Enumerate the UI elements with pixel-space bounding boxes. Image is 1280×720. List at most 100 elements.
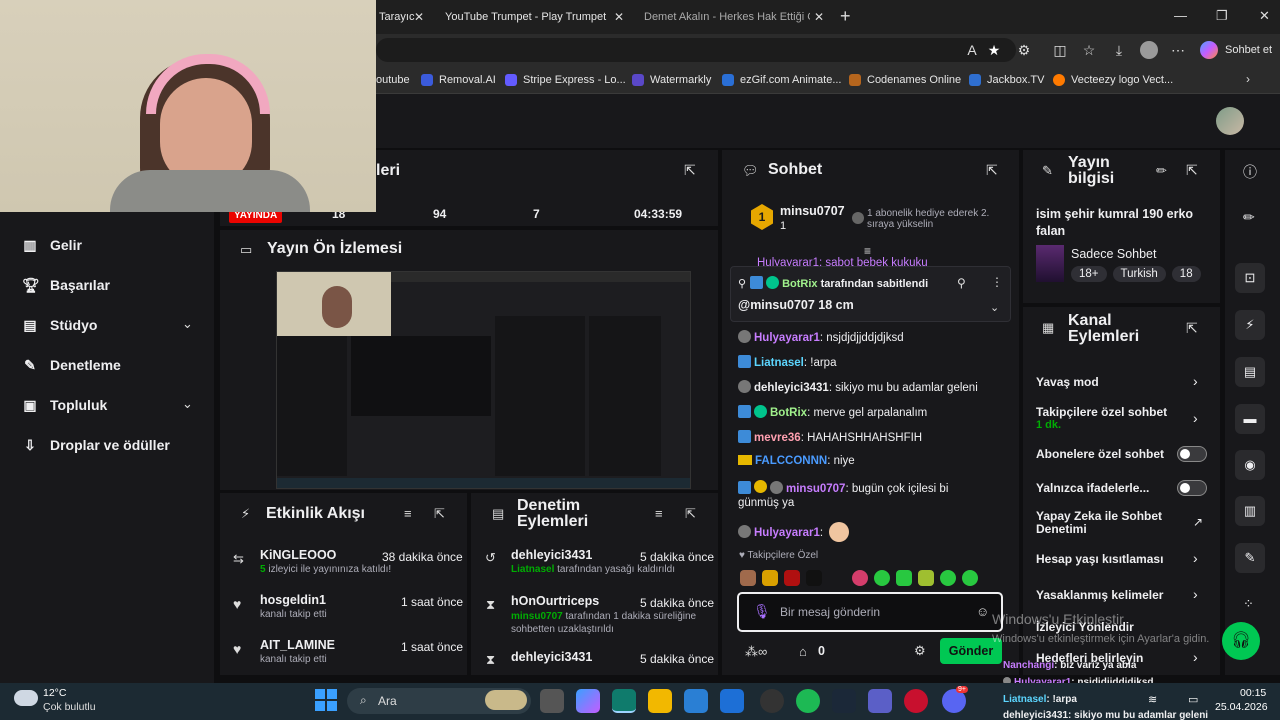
weather-temp[interactable]: 12°C [43, 687, 66, 699]
pinned-message[interactable] [730, 266, 1011, 322]
chevron-right-icon[interactable]: › [1193, 373, 1198, 389]
task-view-icon[interactable] [540, 689, 564, 713]
split-screen-icon[interactable]: ◫ [1050, 40, 1070, 60]
info-icon[interactable]: ⓘ [1243, 162, 1257, 182]
edge-taskbar-icon[interactable] [612, 689, 636, 713]
external-link-icon[interactable]: ↗ [1193, 515, 1203, 529]
close-window-icon[interactable]: ✕ [1259, 8, 1270, 24]
emote-row[interactable] [740, 570, 984, 586]
steam-icon[interactable] [832, 689, 856, 713]
wrench-icon[interactable]: ✎ [1235, 543, 1265, 573]
opera-icon[interactable] [904, 689, 928, 713]
sidebar-item-basarilar[interactable]: 🏆︎ Başarılar [22, 274, 110, 296]
chevron-down-icon[interactable]: ⌄ [182, 316, 193, 332]
filter-icon[interactable]: ≡ [655, 506, 663, 521]
action-banned-words[interactable]: Yasaklanmış kelimeler [1036, 588, 1163, 602]
copilot-label[interactable]: Sohbet et [1225, 44, 1272, 56]
clock-time[interactable]: 00:15 [1240, 687, 1266, 699]
outlook-icon[interactable] [720, 689, 744, 713]
maximize-icon[interactable]: ❐ [1216, 8, 1228, 24]
chat-icon[interactable]: ▬ [1235, 404, 1265, 434]
windows-start-icon[interactable] [315, 689, 337, 711]
minimize-icon[interactable]: — [1174, 8, 1187, 23]
popout-icon[interactable]: ⇱ [986, 162, 998, 179]
unpin-icon[interactable]: ⚲ [957, 276, 966, 290]
emote-only-toggle[interactable] [1177, 480, 1207, 496]
spotify-icon[interactable] [796, 689, 820, 713]
bookmark-vecteezy[interactable]: Vecteezy logo Vect... [1053, 66, 1173, 94]
sidebar-item-gelir[interactable]: ▥ Gelir [22, 234, 82, 256]
chevron-down-icon[interactable]: ⌄ [182, 396, 193, 412]
action-slow-mode[interactable]: Yavaş mod [1036, 375, 1099, 389]
bookmark-ezgif[interactable]: ezGif.com Animate... [722, 66, 841, 94]
chevron-right-icon[interactable]: › [1193, 586, 1198, 602]
favorites-icon[interactable]: ☆ [1079, 40, 1099, 60]
emote[interactable] [918, 570, 934, 586]
broadcast-icon[interactable]: ◉ [1235, 450, 1265, 480]
layout-icon[interactable]: ▥ [1235, 496, 1265, 526]
popout-icon[interactable]: ⇱ [685, 506, 696, 522]
sidebar-item-studyo[interactable]: ▤ Stüdyo [22, 314, 97, 336]
action-ai-moderation[interactable]: Yapay Zeka ile Sohbet Denetimi [1036, 510, 1176, 536]
browser-tab-demet-akalin[interactable]: Demet Akalın - Herkes Hak Ettiği G [638, 0, 810, 34]
copilot-icon[interactable] [1200, 41, 1218, 59]
emote[interactable] [740, 570, 756, 586]
close-tab-icon[interactable]: ✕ [614, 10, 624, 24]
tag[interactable]: 18 [1171, 266, 1201, 282]
user-avatar[interactable] [1216, 107, 1244, 135]
obs-icon[interactable] [760, 689, 784, 713]
chevron-right-icon[interactable]: › [1193, 410, 1198, 426]
profile-avatar[interactable] [1140, 41, 1158, 59]
clip-icon[interactable]: ⊡ [1235, 263, 1265, 293]
more-menu-icon[interactable]: ⋯ [1168, 40, 1188, 60]
popout-icon[interactable]: ⇱ [1186, 162, 1198, 179]
collapse-icon[interactable]: ≡ [864, 244, 871, 258]
settings-gear-icon[interactable]: ⚙ [914, 643, 926, 659]
popout-icon[interactable]: ⇱ [434, 506, 445, 522]
channel-points-icon[interactable]: ⁂∞ [745, 644, 767, 660]
extensions-icon[interactable]: ⚙ [1014, 40, 1034, 60]
file-explorer-icon[interactable] [648, 689, 672, 713]
tag[interactable]: Turkish [1112, 266, 1166, 282]
favorite-star-icon[interactable]: ★ [984, 40, 1004, 60]
more-options-icon[interactable]: ⋮ [991, 275, 1003, 289]
popout-icon[interactable]: ⇱ [684, 162, 696, 179]
notes-icon[interactable]: ▤ [1235, 357, 1265, 387]
bookmark-codenames[interactable]: Codenames Online [849, 66, 961, 94]
chevron-right-icon[interactable]: › [1193, 649, 1198, 665]
emote[interactable] [784, 570, 800, 586]
quick-action-lightning-icon[interactable]: ⚡︎ [1235, 310, 1265, 340]
bookmarks-overflow-icon[interactable]: › [1246, 72, 1250, 86]
close-tab-icon[interactable]: ✕ [414, 10, 424, 24]
chevron-down-icon[interactable]: ⌄ [990, 301, 999, 314]
sidebar-item-topluluk[interactable]: ▣ Topluluk [22, 394, 107, 416]
extensions-dots-icon[interactable]: ⁘ [1243, 596, 1254, 612]
store-icon[interactable]: ⌂ [799, 644, 807, 659]
battery-icon[interactable]: ▭ [1188, 693, 1198, 706]
downloads-icon[interactable]: ⤓ [1109, 40, 1129, 60]
emote[interactable] [762, 570, 778, 586]
weather-desc[interactable]: Çok bulutlu [43, 701, 96, 713]
store-taskbar-icon[interactable] [684, 689, 708, 713]
microphone-icon[interactable]: 🎙︎ [753, 603, 771, 620]
edit-pencil-icon[interactable]: ✏︎ [1243, 209, 1255, 226]
emote[interactable] [874, 570, 890, 586]
action-followers-only[interactable]: Takipçilere özel sohbet 1 dk. [1036, 405, 1181, 431]
bookmark-removal-ai[interactable]: Removal.AI [421, 66, 496, 94]
action-account-age[interactable]: Hesap yaşı kısıtlaması [1036, 552, 1163, 566]
sidebar-item-droplar[interactable]: ⇩ Droplar ve ödüller [22, 434, 170, 456]
read-aloud-icon[interactable]: A [962, 40, 982, 60]
sidebar-item-denetleme[interactable]: ✎ Denetleme [22, 354, 121, 376]
edit-pencil-icon[interactable]: ✏︎ [1156, 163, 1167, 179]
popout-icon[interactable]: ⇱ [1186, 320, 1198, 337]
emote[interactable] [852, 570, 868, 586]
emote[interactable] [896, 570, 912, 586]
emote[interactable] [962, 570, 978, 586]
url-input[interactable] [376, 38, 1016, 62]
copilot-taskbar-icon[interactable] [576, 689, 600, 713]
close-tab-icon[interactable]: ✕ [814, 10, 824, 24]
stream-preview-video[interactable] [276, 271, 691, 489]
teams-icon[interactable] [868, 689, 892, 713]
chevron-right-icon[interactable]: › [1193, 550, 1198, 566]
browser-tab-youtube-trumpet[interactable]: YouTube Trumpet - Play Trumpet w [439, 0, 609, 34]
